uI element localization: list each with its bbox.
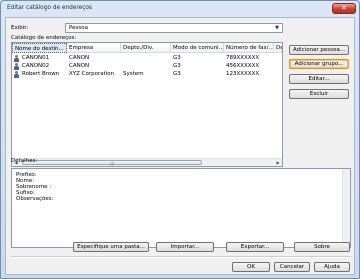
divider: [11, 256, 351, 258]
column-header-department[interactable]: Depto./Div.: [121, 43, 171, 53]
edit-button[interactable]: Editar...: [289, 74, 349, 84]
filter-dropdown[interactable]: Pessoa ▼: [65, 23, 283, 33]
filter-selected-value: Pessoa: [69, 25, 88, 31]
row-mode: G3: [173, 63, 181, 69]
person-icon: [14, 55, 19, 62]
row-company: CANON: [69, 63, 90, 69]
help-button[interactable]: Ajuda: [314, 262, 350, 272]
vertical-scrollbar[interactable]: [342, 169, 350, 247]
add-person-button[interactable]: Adicionar pessoa...: [289, 45, 349, 55]
title-bar[interactable]: Editar catálogo de endereços ✕: [1, 1, 359, 16]
address-book-label: Catálogo de endereços:: [11, 35, 77, 41]
list-row[interactable]: Robert Brown XYZ Corporation System G3 1…: [12, 71, 282, 78]
row-department: [123, 63, 169, 70]
column-header-name[interactable]: Nome do destin...: [12, 43, 67, 53]
person-icon: [14, 71, 19, 78]
chevron-down-icon[interactable]: ▼: [272, 24, 282, 32]
row-company: CANON: [69, 55, 90, 61]
details-label: Detalhes:: [11, 158, 38, 164]
row-number: 456XXXXXX: [226, 63, 260, 69]
dialog-client-area: Exibir: Pessoa ▼ Catálogo de endereços: …: [5, 17, 355, 275]
list-row[interactable]: CANON01 CANON G3 789XXXXXX: [12, 55, 282, 62]
close-button[interactable]: ✕: [332, 3, 356, 14]
grip-icon: |||: [110, 161, 115, 166]
row-mode: G3: [173, 55, 181, 61]
export-button[interactable]: Exportar...: [226, 242, 284, 252]
column-header-company[interactable]: Empresa: [67, 43, 121, 53]
column-header-number[interactable]: Número de fax/...: [224, 43, 274, 53]
address-list[interactable]: Nome do destin... Empresa Depto./Div. Mo…: [11, 42, 283, 167]
list-header: Nome do destin... Empresa Depto./Div. Mo…: [12, 43, 282, 53]
detail-notes-label: Observações:: [16, 196, 54, 202]
window-title: Editar catálogo de endereços: [7, 5, 92, 11]
cancel-button[interactable]: Cancelar: [274, 262, 310, 272]
details-panel[interactable]: Prefixo: Nome: Sobrenome : Sufixo: Obser…: [11, 168, 351, 248]
list-row[interactable]: CANON02 CANON G3 456XXXXXX: [12, 63, 282, 70]
close-icon: ✕: [341, 4, 347, 12]
row-department: [123, 55, 169, 62]
horizontal-scrollbar[interactable]: ◀ ||| ▶: [12, 158, 282, 166]
row-name: CANON01: [22, 55, 50, 61]
add-group-button[interactable]: Adicionar grupo...: [289, 59, 349, 69]
row-company: XYZ Corporation: [69, 71, 115, 77]
dialog-window: Editar catálogo de endereços ✕ Exibir: P…: [0, 0, 360, 279]
ok-button[interactable]: OK: [232, 262, 270, 272]
scroll-right-icon[interactable]: ▶: [274, 159, 282, 166]
row-number: 789XXXXXX: [226, 55, 260, 61]
row-department: System: [123, 71, 144, 77]
filter-label: Exibir:: [11, 25, 29, 31]
row-name: Robert Brown: [22, 71, 60, 77]
person-icon: [14, 63, 19, 70]
import-button[interactable]: Importar...: [156, 242, 214, 252]
column-header-mode[interactable]: Modo de comuni...: [171, 43, 224, 53]
row-number: 123XXXXXX: [226, 71, 260, 77]
column-header-description[interactable]: Desc: [274, 43, 282, 53]
row-name: CANON02: [22, 63, 50, 69]
specify-folder-button[interactable]: Especifique uma pasta...: [73, 242, 149, 252]
row-mode: G3: [173, 71, 181, 77]
delete-button[interactable]: Excluir: [289, 89, 349, 99]
about-button[interactable]: Sobre: [294, 242, 350, 252]
scrollbar-thumb[interactable]: |||: [22, 160, 202, 166]
